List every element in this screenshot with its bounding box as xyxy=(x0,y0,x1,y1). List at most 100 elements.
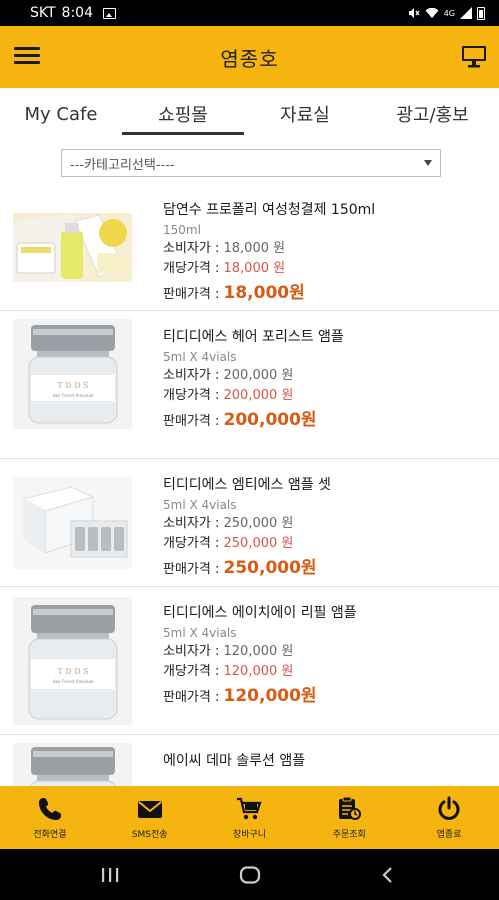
sale-price-row: 판매가격 : 18,000원 xyxy=(163,281,491,305)
product-spec: 5ml X 4vials xyxy=(163,626,237,640)
sale-price-label: 판매가격 : xyxy=(163,414,224,429)
status-left: SKT 8:04 xyxy=(30,5,116,21)
svg-text:T D D S: T D D S xyxy=(57,381,88,390)
consumer-price-label: 소비자가 : xyxy=(163,368,224,383)
power-icon xyxy=(438,796,460,820)
product-spec: 5ml X 4vials xyxy=(163,350,237,364)
sale-price-value: 120,000원 xyxy=(223,686,317,706)
nav-label: 주문조회 xyxy=(332,829,366,840)
dealer-price-value: 200,000 원 xyxy=(223,388,294,403)
product-spec: 150ml xyxy=(163,223,201,237)
nav-label: SMS전송 xyxy=(131,829,168,840)
dealer-price-row: 개당가격 : 18,000 원 xyxy=(163,259,491,279)
dealer-price-value: 18,000 원 xyxy=(223,261,286,276)
app-header: 염종호 xyxy=(0,26,499,88)
sale-price-row: 판매가격 : 200,000원 xyxy=(163,408,491,432)
dealer-price-label: 개당가격 : xyxy=(163,536,224,551)
sale-price-value: 250,000원 xyxy=(223,558,317,578)
consumer-price-row: 소비자가 : 18,000 원 xyxy=(163,239,491,259)
wifi-icon xyxy=(425,7,439,18)
dealer-price-row: 개당가격 : 120,000 원 xyxy=(163,662,491,682)
svg-text:Hair Forest Ampoule: Hair Forest Ampoule xyxy=(53,393,94,398)
product-list: 담연수 프로폴리 여성청결제 150ml 150ml 소비자가 : 18,000… xyxy=(0,190,499,786)
dealer-price-label: 개당가격 : xyxy=(163,388,224,403)
network-type: 4G xyxy=(443,8,455,18)
consumer-price-label: 소비자가 : xyxy=(163,516,224,531)
svg-text:Hair Forest Ampoule: Hair Forest Ampoule xyxy=(53,679,94,684)
status-right: 4G xyxy=(408,6,485,20)
nav-label: 장바구니 xyxy=(232,829,267,840)
order-icon xyxy=(339,796,362,820)
back-icon xyxy=(382,866,392,883)
nav-sms-button[interactable]: SMS전송 xyxy=(100,786,200,849)
sale-price-value: 200,000원 xyxy=(223,410,317,430)
consumer-price-value: 120,000 원 xyxy=(223,644,294,659)
consumer-price-row: 소비자가 : 200,000 원 xyxy=(163,366,491,386)
recent-apps-button[interactable] xyxy=(80,849,140,900)
consumer-price-value: 250,000 원 xyxy=(223,516,294,531)
product-name: 담연수 프로폴리 여성청결제 150ml xyxy=(163,202,376,218)
svg-text:T D D S: T D D S xyxy=(57,667,88,676)
ampoule-vial-image: T D D S Hair Forest Ampoule xyxy=(13,319,132,429)
nav-order-lookup-button[interactable]: 주문조회 xyxy=(299,786,399,849)
sale-price-value: 18,000원 xyxy=(223,283,305,303)
product-info: 티디디에스 에이치에이 리필 앰플 5ml X 4vials 소비자가 : 12… xyxy=(163,602,491,708)
clock: 8:04 xyxy=(61,5,93,21)
consumer-price-value: 200,000 원 xyxy=(223,368,294,383)
sale-price-row: 판매가격 : 250,000원 xyxy=(163,556,491,580)
dealer-price-value: 250,000 원 xyxy=(223,536,294,551)
home-icon xyxy=(239,865,261,884)
dealer-price-label: 개당가격 : xyxy=(163,261,224,276)
consumer-price-label: 소비자가 : xyxy=(163,241,224,256)
product-item[interactable]: T D D S Hair Forest Ampoule 티디디에스 에이치에이 … xyxy=(0,587,499,735)
bottom-nav: 전화연결 SMS전송 장바구니 주문조회 앱종료 xyxy=(0,786,499,849)
product-image xyxy=(13,743,132,786)
signal-icon xyxy=(460,7,472,19)
dealer-price-row: 개당가격 : 250,000 원 xyxy=(163,534,491,554)
recent-apps-icon xyxy=(102,867,119,882)
phone-icon xyxy=(38,797,61,820)
consumer-price-label: 소비자가 : xyxy=(163,644,224,659)
product-item[interactable]: T D D S Hair Forest Ampoule 티디디에스 헤어 포리스… xyxy=(0,311,499,459)
ampoule-vial-image xyxy=(13,743,132,786)
nav-label: 앱종료 xyxy=(436,829,462,840)
nav-label: 전화연결 xyxy=(33,829,67,840)
product-image xyxy=(13,477,132,569)
consumer-price-row: 소비자가 : 120,000 원 xyxy=(163,642,491,662)
product-name: 티디디에스 헤어 포리스트 앰플 xyxy=(163,329,344,345)
monitor-icon[interactable] xyxy=(461,44,487,68)
active-tab-indicator xyxy=(122,132,244,135)
ampoule-set-image xyxy=(13,477,132,569)
tab-bar: My Cafe 쇼핑몰 자료실 광고/홍보 xyxy=(0,88,499,140)
dealer-price-row: 개당가격 : 200,000 원 xyxy=(163,386,491,406)
app-screen: SKT 8:04 4G 염종호 My Cafe 쇼핑몰 자료실 광고/홍보 --… xyxy=(0,0,499,900)
tab-advertising[interactable]: 광고/홍보 xyxy=(366,88,499,140)
sale-price-row: 판매가격 : 120,000원 xyxy=(163,684,491,708)
tab-archive[interactable]: 자료실 xyxy=(244,88,366,140)
product-image: T D D S Hair Forest Ampoule xyxy=(13,319,132,429)
product-name: 티디디에스 에이치에이 리필 앰플 xyxy=(163,605,357,621)
home-button[interactable] xyxy=(220,849,280,900)
sale-price-label: 판매가격 : xyxy=(163,562,224,577)
ampoule-vial-image: T D D S Hair Forest Ampoule xyxy=(13,597,132,725)
sale-price-label: 판매가격 : xyxy=(163,287,224,302)
nav-call-button[interactable]: 전화연결 xyxy=(0,786,100,849)
hamburger-menu-icon[interactable] xyxy=(14,45,40,67)
product-name: 티디디에스 엠티에스 앰플 셋 xyxy=(163,477,331,493)
category-select[interactable]: ---카테고리선택---- xyxy=(61,149,441,177)
consumer-price-value: 18,000 원 xyxy=(223,241,286,256)
category-select-value: ---카테고리선택---- xyxy=(70,157,175,173)
nav-cart-button[interactable]: 장바구니 xyxy=(200,786,300,849)
mute-icon xyxy=(408,8,420,18)
system-navigation-bar xyxy=(0,849,499,900)
product-item[interactable]: 담연수 프로폴리 여성청결제 150ml 150ml 소비자가 : 18,000… xyxy=(0,190,499,311)
sale-price-label: 판매가격 : xyxy=(163,690,224,705)
status-bar: SKT 8:04 4G xyxy=(0,0,499,26)
nav-exit-button[interactable]: 앱종료 xyxy=(399,786,499,849)
tab-my-cafe[interactable]: My Cafe xyxy=(0,88,122,140)
product-item[interactable]: 에이씨 데마 솔루션 앰플 xyxy=(0,735,499,786)
propolis-cleanser-image xyxy=(13,213,132,282)
gallery-notification-icon xyxy=(103,7,116,19)
back-button[interactable] xyxy=(358,849,418,900)
product-item[interactable]: 티디디에스 엠티에스 앰플 셋 5ml X 4vials 소비자가 : 250,… xyxy=(0,459,499,587)
